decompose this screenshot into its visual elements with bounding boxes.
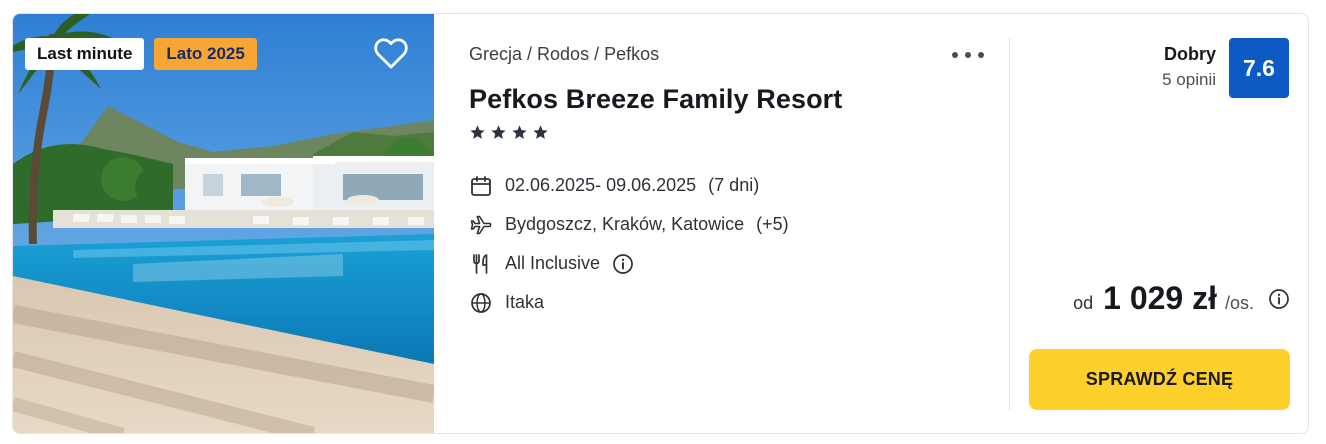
more-airports[interactable]: (+5): [756, 214, 789, 235]
globe-icon: [469, 291, 493, 315]
season-badge: Lato 2025: [154, 38, 257, 70]
price: od 1 029 zł /os.: [1073, 280, 1290, 317]
info-circle-icon[interactable]: [612, 253, 634, 275]
breadcrumb-country[interactable]: Grecja: [469, 44, 522, 64]
rating-summary: Dobry 5 opinii: [1162, 44, 1216, 90]
price-amount: 1 029 zł: [1103, 280, 1217, 316]
offer-details: Grecja / Rodos / Pefkos Pefkos Breeze Fa…: [434, 14, 1009, 433]
plane-icon: [469, 213, 493, 237]
breadcrumb-separator: /: [589, 44, 605, 64]
departure-row: Bydgoszcz, Kraków, Katowice (+5): [469, 205, 789, 244]
star-icon: [533, 125, 548, 139]
star-rating: [469, 124, 549, 141]
more-horizontal-icon[interactable]: [952, 44, 984, 66]
calendar-icon: [469, 174, 493, 198]
offer-info-list: 02.06.2025- 09.06.2025 (7 dni) Bydgoszcz…: [469, 166, 789, 322]
last-minute-badge: Last minute: [25, 38, 145, 70]
reviews-count[interactable]: 5 opinii: [1162, 70, 1216, 90]
breadcrumb-region[interactable]: Rodos: [537, 44, 589, 64]
trip-duration: (7 dni): [708, 175, 760, 195]
hotel-name[interactable]: Pefkos Breeze Family Resort: [469, 84, 842, 115]
board-type: All Inclusive: [505, 253, 601, 273]
price-suffix: /os.: [1224, 293, 1254, 313]
badges: Last minute Lato 2025: [25, 38, 257, 70]
star-icon: [470, 125, 485, 139]
dates-range: 02.06.2025- 09.06.2025: [505, 175, 697, 195]
info-circle-icon[interactable]: [1268, 288, 1290, 310]
star-icon: [512, 125, 527, 139]
breadcrumb-separator: /: [522, 44, 538, 64]
board-row: All Inclusive: [469, 244, 789, 283]
hotel-pool-image: [13, 14, 434, 433]
cutlery-icon: [469, 252, 493, 276]
hotel-photo[interactable]: Last minute Lato 2025: [13, 14, 434, 433]
offer-card[interactable]: Last minute Lato 2025 Grecja / Rodos / P…: [12, 13, 1309, 434]
operator-row: Itaka: [469, 283, 789, 322]
departure-airports: Bydgoszcz, Kraków, Katowice: [505, 214, 745, 234]
rating-score-badge: 7.6: [1229, 38, 1289, 98]
star-icon: [491, 125, 506, 139]
check-price-button[interactable]: SPRAWDŹ CENĘ: [1029, 349, 1290, 410]
rating-label: Dobry: [1163, 44, 1216, 64]
tour-operator: Itaka: [505, 292, 545, 312]
price-prefix: od: [1073, 293, 1094, 313]
heart-outline-icon[interactable]: [373, 36, 409, 70]
column-divider: [1009, 38, 1010, 410]
breadcrumb-city[interactable]: Pefkos: [604, 44, 659, 64]
dates-row: 02.06.2025- 09.06.2025 (7 dni): [469, 166, 789, 205]
breadcrumb: Grecja / Rodos / Pefkos: [469, 44, 659, 65]
